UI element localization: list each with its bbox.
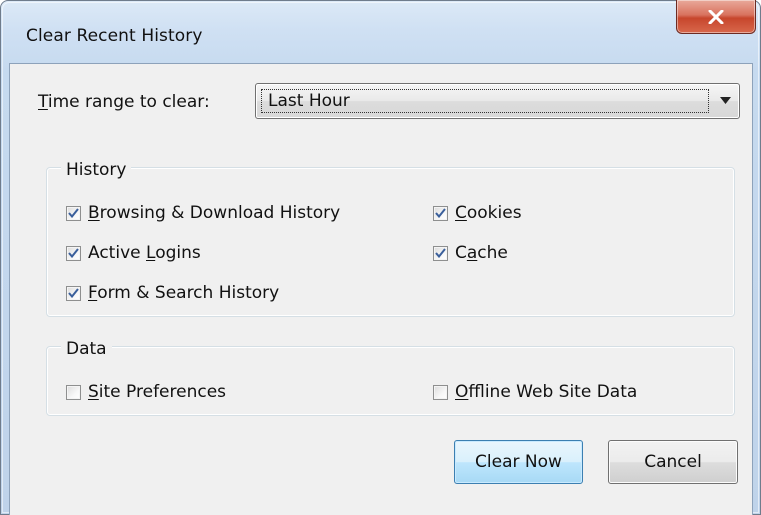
clear-now-button[interactable]: Clear Now [454,440,583,484]
checkbox-label: Browsing & Download History [88,203,340,223]
check-mark-icon [435,208,446,218]
label-text: ookies [466,203,522,223]
checkbox-label: Cookies [455,203,522,223]
accesskey-letter: C [455,203,467,223]
label-text: ite Preferences [98,382,227,402]
checkbox-box[interactable] [66,205,81,221]
checkbox-box[interactable] [433,205,448,221]
accesskey-letter: S [88,382,99,402]
data-legend: Data [61,338,112,360]
checkbox-box[interactable] [433,384,448,400]
accesskey-letter: F [88,283,98,303]
label-text: orm & Search History [97,283,280,303]
check-mark-icon [68,208,79,218]
cancel-button[interactable]: Cancel [608,440,738,484]
time-range-label-accesskey: T [38,92,48,112]
time-range-select[interactable]: Last Hour [255,83,740,119]
label-prefix: C [455,243,467,263]
check-mark-icon [68,288,79,298]
checkbox-active-logins[interactable]: Active Logins [66,242,201,264]
checkbox-browsing-download-history[interactable]: Browsing & Download History [66,202,340,224]
accesskey-letter: B [88,203,100,223]
checkbox-offline-web-site-data[interactable]: Offline Web Site Data [433,381,637,403]
accesskey-letter: L [146,243,156,263]
history-legend: History [61,159,132,181]
label-text: che [477,243,508,263]
label-prefix: Active [88,243,146,263]
chevron-down-icon [720,97,731,104]
checkbox-cookies[interactable]: Cookies [433,202,522,224]
checkbox-cache[interactable]: Cache [433,242,508,264]
accesskey-letter: O [455,382,469,402]
checkbox-box[interactable] [66,285,81,301]
checkbox-box[interactable] [66,384,81,400]
time-range-label: Time range to clear: [38,91,210,113]
time-range-selected-value: Last Hour [268,91,350,111]
checkbox-label: Offline Web Site Data [455,382,637,402]
close-x-icon [708,9,724,24]
window-title: Clear Recent History [26,26,203,46]
checkbox-form-search-history[interactable]: Form & Search History [66,282,279,304]
accesskey-letter: a [466,243,478,263]
checkbox-site-preferences[interactable]: Site Preferences [66,381,226,403]
label-text: ffline Web Site Data [468,382,638,402]
checkbox-label: Active Logins [88,243,201,263]
checkbox-label: Site Preferences [88,382,226,402]
checkbox-box[interactable] [433,245,448,261]
checkbox-label: Form & Search History [88,283,279,303]
checkbox-label: Cache [455,243,508,263]
label-text: rowsing & Download History [99,203,341,223]
close-button[interactable] [676,0,756,34]
label-text: ogins [155,243,201,263]
check-mark-icon [68,248,79,258]
time-range-label-text: ime range to clear: [47,92,210,112]
checkbox-box[interactable] [66,245,81,261]
check-mark-icon [435,248,446,258]
